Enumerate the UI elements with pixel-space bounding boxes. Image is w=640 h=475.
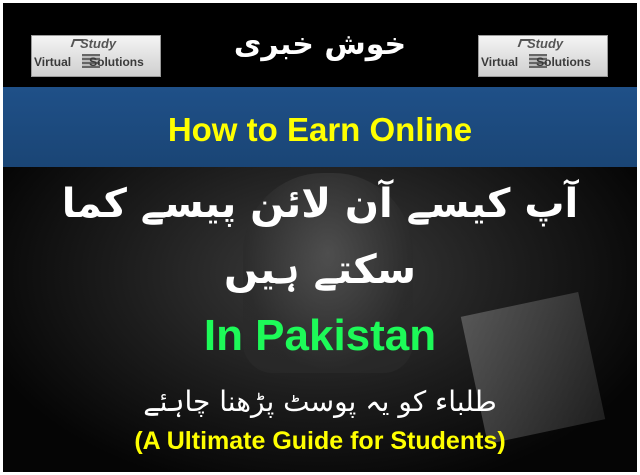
logo-study-text: Study xyxy=(527,36,564,51)
header-strip: Study Virtual Solutions خوش خبری Study Vi… xyxy=(3,3,637,89)
logo-left: Study Virtual Solutions xyxy=(31,35,161,77)
headline-banner: How to Earn Online xyxy=(3,87,637,167)
logo-word-solutions: Solutions xyxy=(536,55,591,69)
urdu-line-3: طلباء کو یہ پوسٹ پڑھنا چاہئے xyxy=(143,385,497,418)
logo-word-solutions: Solutions xyxy=(89,55,144,69)
headline: How to Earn Online xyxy=(167,111,473,148)
logo-word-virtual: Virtual xyxy=(34,55,72,69)
logo-study-text: Study xyxy=(80,36,117,51)
logo-right: Study Virtual Solutions xyxy=(478,35,608,77)
logo-name: Virtual Solutions xyxy=(481,55,591,69)
guide-subtitle: (A Ultimate Guide for Students) xyxy=(134,427,506,455)
urdu-line-1: آپ کیسے آن لائن پیسے کما xyxy=(61,181,579,227)
title-urdu: خوش خبری xyxy=(233,27,407,62)
country-heading: In Pakistan xyxy=(203,311,437,360)
logo-name: Virtual Solutions xyxy=(34,55,144,69)
urdu-line-2: سکتے ہیں xyxy=(223,247,417,293)
poster: Study Virtual Solutions خوش خبری Study Vi… xyxy=(3,3,637,472)
logo-word-virtual: Virtual xyxy=(481,55,519,69)
